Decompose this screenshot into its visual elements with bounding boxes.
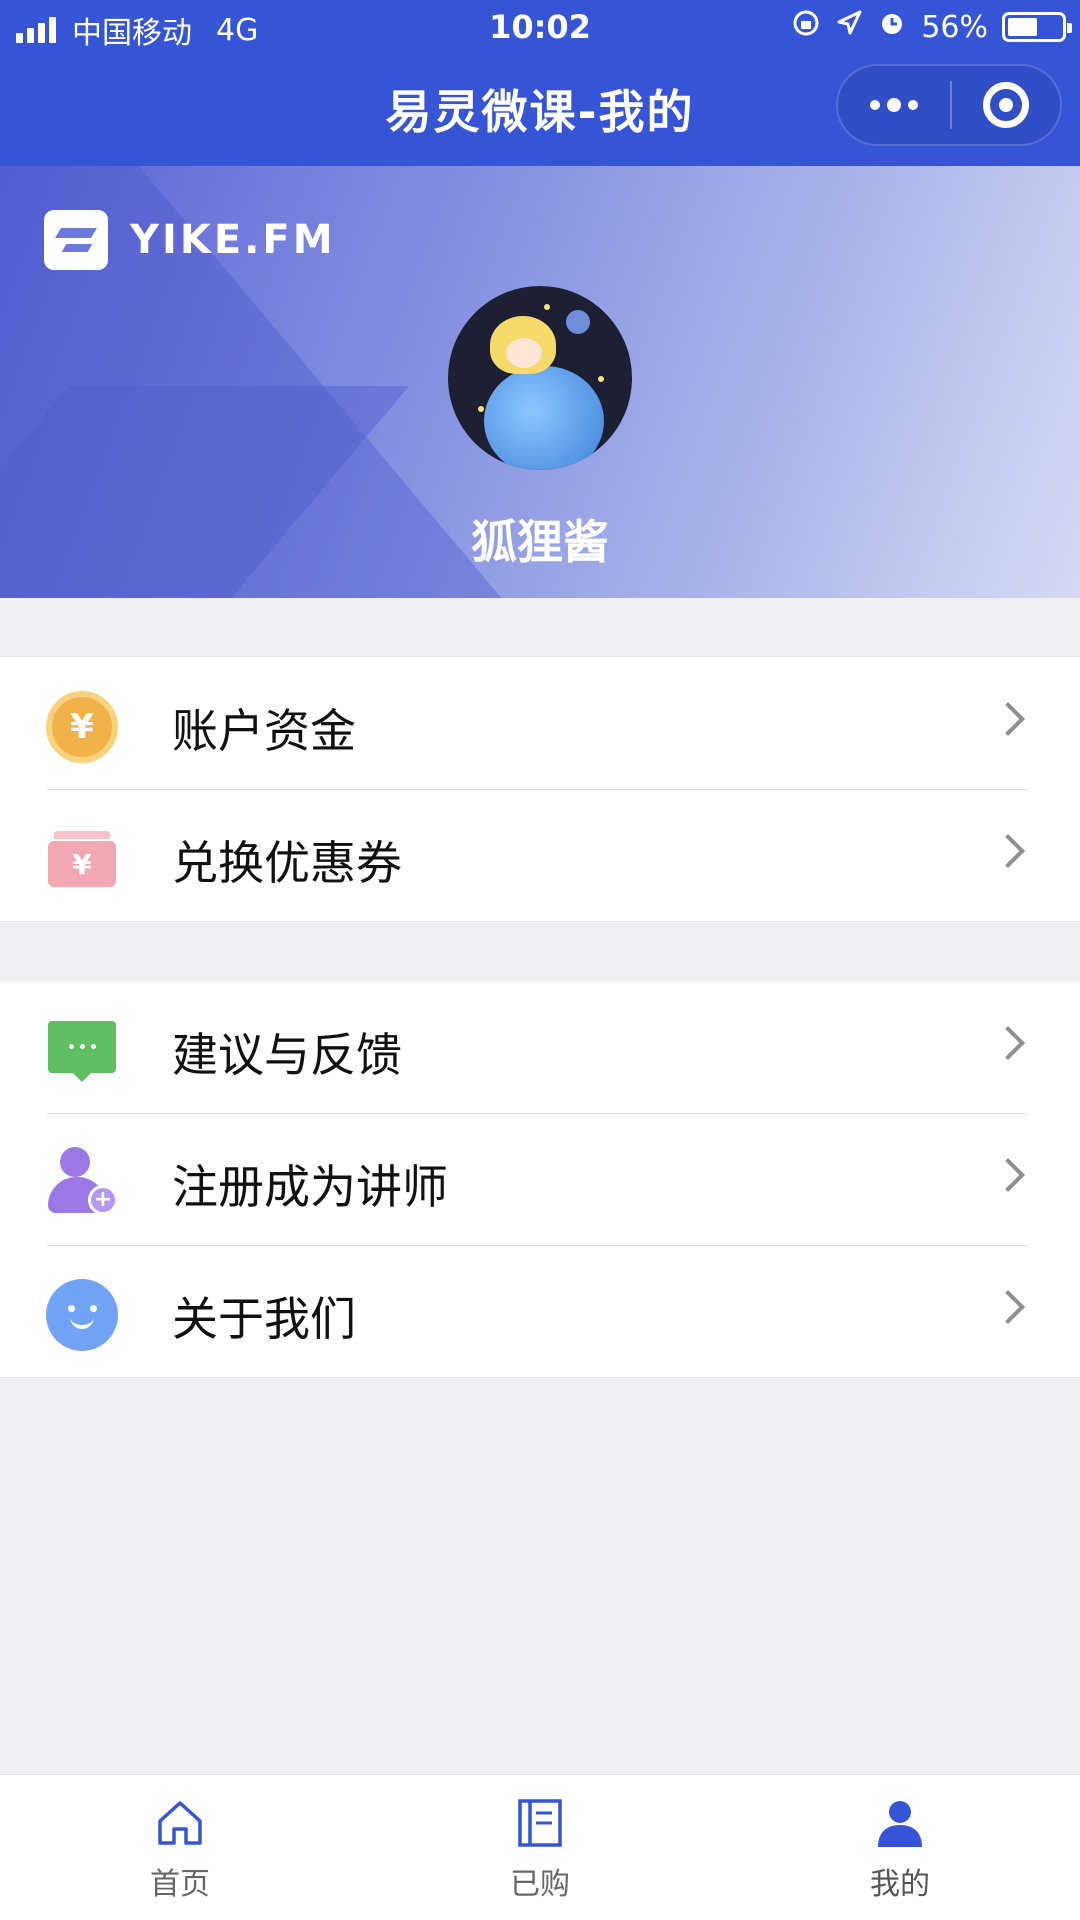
menu-item-account-funds[interactable]: ¥ 账户资金 <box>0 657 1080 789</box>
menu-item-label: 兑换优惠券 <box>172 836 402 890</box>
chevron-right-icon <box>991 834 1025 868</box>
menu-item-redeem-coupon[interactable]: ¥ 兑换优惠券 <box>0 789 1080 921</box>
menu-group-misc: 建议与反馈 + 注册成为讲师 关于我们 <box>0 980 1080 1378</box>
battery-percent: 56% <box>921 9 988 45</box>
logo-icon <box>44 210 108 270</box>
location-icon <box>835 9 863 45</box>
menu-item-label: 账户资金 <box>172 704 356 758</box>
menu-item-label: 建议与反馈 <box>172 1028 402 1082</box>
menu-item-label: 关于我们 <box>172 1292 356 1346</box>
chevron-right-icon <box>991 702 1025 736</box>
tab-label: 首页 <box>150 1867 210 1902</box>
menu-item-become-lecturer[interactable]: + 注册成为讲师 <box>0 1113 1080 1245</box>
nav-bar: 易灵微课-我的 <box>0 54 1080 166</box>
menu-item-about-us[interactable]: 关于我们 <box>0 1245 1080 1377</box>
brand-logo: YIKE.FM <box>44 210 336 270</box>
mini-program-capsule <box>836 64 1062 146</box>
username: 狐狸酱 <box>471 515 609 569</box>
coupon-icon: ¥ <box>46 823 118 895</box>
coin-icon: ¥ <box>46 691 118 763</box>
tab-bar: 首页 已购 我的 <box>0 1774 1080 1920</box>
alarm-icon <box>877 8 907 46</box>
tab-home[interactable]: 首页 <box>90 1797 270 1903</box>
person-icon <box>874 1797 926 1849</box>
logo-text: YIKE.FM <box>130 217 336 263</box>
tab-purchased[interactable]: 已购 <box>450 1797 630 1903</box>
target-icon <box>983 82 1029 128</box>
menu-item-feedback[interactable]: 建议与反馈 <box>0 981 1080 1113</box>
tab-label: 我的 <box>870 1867 930 1902</box>
menu-item-label: 注册成为讲师 <box>172 1160 448 1214</box>
chat-bubble-icon <box>46 1015 118 1087</box>
avatar[interactable] <box>448 286 632 470</box>
tab-label: 已购 <box>510 1867 570 1902</box>
add-person-icon: + <box>46 1147 118 1219</box>
more-button[interactable] <box>838 66 950 144</box>
status-bar: 中国移动 4G 10:02 56% <box>0 0 1080 54</box>
smiley-icon <box>46 1279 118 1351</box>
menu-group-finance: ¥ 账户资金 ¥ 兑换优惠券 <box>0 656 1080 922</box>
close-mini-program-button[interactable] <box>952 66 1060 144</box>
rotation-lock-icon <box>791 8 821 46</box>
home-icon <box>154 1797 206 1849</box>
chevron-right-icon <box>991 1026 1025 1060</box>
chevron-right-icon <box>991 1158 1025 1192</box>
book-icon <box>514 1797 566 1849</box>
chevron-right-icon <box>991 1290 1025 1324</box>
battery-icon <box>1002 12 1072 42</box>
tab-mine[interactable]: 我的 <box>810 1797 990 1903</box>
profile-header: YIKE.FM 狐狸酱 <box>0 166 1080 598</box>
